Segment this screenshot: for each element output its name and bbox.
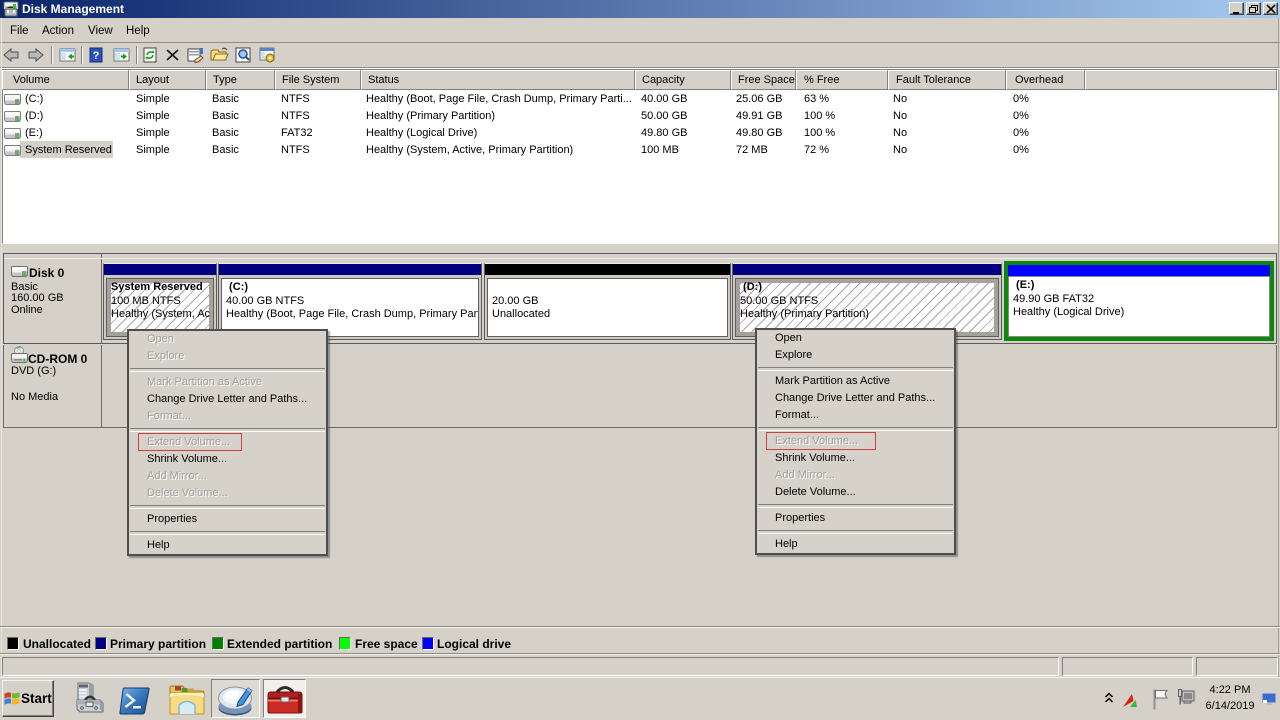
svg-text:?: ? [93,50,100,62]
